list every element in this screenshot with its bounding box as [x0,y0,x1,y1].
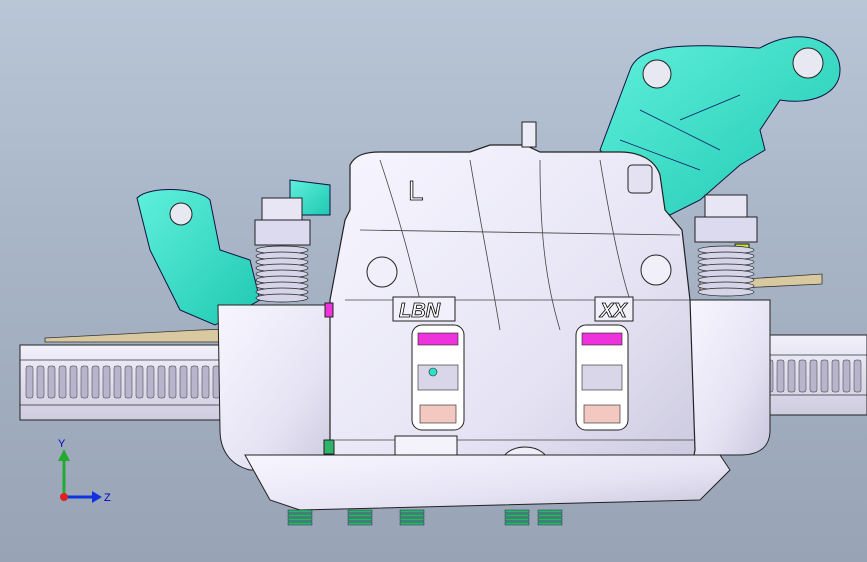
x-axis-indicator [60,493,68,501]
bleed-screw-cap [627,164,653,194]
bracket-bolt-hole [642,59,672,89]
bleed-screw [521,121,537,148]
guide-pin-right [694,194,758,297]
y-axis-arrowhead [58,449,70,461]
caliper-side-housing-left [217,304,341,471]
bracket-bolt-hole [169,202,193,226]
engraving-side-label: L [408,175,424,206]
caliper-assembly-model[interactable]: L LBN XX [0,0,867,562]
disc-vents [765,359,862,393]
y-axis-label: Y [58,438,66,450]
engraving-code: XX [599,300,628,322]
caliper-boss-right [640,254,672,286]
pad-window-left [411,324,465,431]
cad-viewport[interactable]: L LBN XX Y Z [0,0,867,562]
caliper-base [244,454,731,511]
orientation-triad[interactable]: Y Z [40,435,130,515]
caliper-body [329,144,696,499]
caliper-boss-left [366,256,398,288]
pad-window-right [575,324,629,431]
caliper-side-housing-right [684,299,771,456]
z-axis-label: Z [104,492,111,504]
guide-pin-left [254,197,311,303]
engraving-brand: LBN [399,300,441,322]
z-axis-arrowhead [92,491,102,503]
pad-springs [287,509,563,526]
bracket-bolt-hole [792,47,824,79]
pad-clip-left [324,302,334,318]
spring-clip-left [323,439,335,455]
